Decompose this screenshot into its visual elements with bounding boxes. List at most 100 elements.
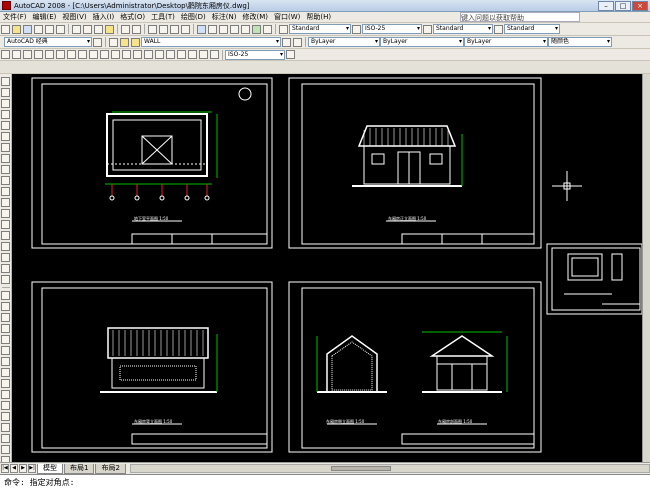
table-icon[interactable]: [1, 264, 10, 273]
menu-format[interactable]: 格式(O): [117, 12, 148, 22]
markup-icon[interactable]: [241, 24, 250, 34]
chamfer-icon[interactable]: [1, 434, 10, 443]
ordinate-icon[interactable]: [34, 50, 43, 59]
arc-icon[interactable]: [1, 132, 10, 141]
inspection-icon[interactable]: [166, 50, 175, 59]
print-preview-icon[interactable]: [45, 24, 54, 34]
multileader-style-select[interactable]: Standard: [504, 24, 560, 34]
dim-edit-icon[interactable]: [188, 50, 197, 59]
lineweight-select[interactable]: ByLayer: [464, 37, 548, 47]
rectangle-icon[interactable]: [1, 121, 10, 130]
ellipse-arc-icon[interactable]: [1, 187, 10, 196]
tab-model[interactable]: 模型: [37, 463, 63, 474]
first-tab-icon[interactable]: |◀: [1, 464, 9, 473]
maximize-button[interactable]: □: [615, 0, 631, 11]
dim-text-edit-icon[interactable]: [199, 50, 208, 59]
paste-icon[interactable]: [94, 24, 103, 34]
command-line[interactable]: 命令: 指定对角点:: [0, 474, 650, 499]
jogged-icon[interactable]: [56, 50, 65, 59]
polygon-icon[interactable]: [1, 110, 10, 119]
last-tab-icon[interactable]: ▶|: [28, 464, 36, 473]
match-properties-icon[interactable]: [105, 24, 114, 34]
menu-help[interactable]: 帮助(H): [303, 12, 334, 22]
array-icon[interactable]: [1, 335, 10, 344]
polyline-icon[interactable]: [1, 99, 10, 108]
open-file-icon[interactable]: [12, 24, 21, 34]
multiline-text-icon[interactable]: [1, 275, 10, 284]
pan-icon[interactable]: [148, 24, 157, 34]
revision-cloud-icon[interactable]: [1, 154, 10, 163]
hatch-icon[interactable]: [1, 231, 10, 240]
break-icon[interactable]: [1, 412, 10, 421]
make-block-icon[interactable]: [1, 209, 10, 218]
rotate-icon[interactable]: [1, 357, 10, 366]
layer-select[interactable]: WALL: [141, 37, 281, 47]
publish-icon[interactable]: [56, 24, 65, 34]
menu-dimension[interactable]: 标注(N): [209, 12, 240, 22]
move-icon[interactable]: [1, 346, 10, 355]
menu-edit[interactable]: 编辑(E): [30, 12, 60, 22]
extend-icon[interactable]: [1, 401, 10, 410]
scroll-thumb[interactable]: [330, 466, 391, 471]
circle-icon[interactable]: [1, 143, 10, 152]
zoom-realtime-icon[interactable]: [159, 24, 168, 34]
color-select[interactable]: ByLayer: [308, 37, 380, 47]
design-center-icon[interactable]: [208, 24, 217, 34]
layer-previous-icon[interactable]: [293, 37, 302, 47]
menu-draw[interactable]: 绘图(D): [178, 12, 209, 22]
menu-file[interactable]: 文件(F): [0, 12, 30, 22]
aligned-dim-icon[interactable]: [12, 50, 21, 59]
dim-update-icon[interactable]: [210, 50, 219, 59]
gradient-icon[interactable]: [1, 242, 10, 251]
zoom-window-icon[interactable]: [170, 24, 179, 34]
close-button[interactable]: ×: [632, 0, 648, 11]
mirror-icon[interactable]: [1, 313, 10, 322]
linear-dim-icon[interactable]: [1, 50, 10, 59]
linetype-select[interactable]: ByLayer: [380, 37, 464, 47]
vertical-scrollbar[interactable]: [642, 74, 650, 462]
layer-freeze-icon[interactable]: [131, 37, 140, 47]
layer-on-icon[interactable]: [120, 37, 129, 47]
plot-style-select[interactable]: 随颜色: [548, 37, 612, 47]
zoom-previous-icon[interactable]: [181, 24, 190, 34]
continue-icon[interactable]: [111, 50, 120, 59]
next-tab-icon[interactable]: ▶: [19, 464, 27, 473]
new-file-icon[interactable]: [1, 24, 10, 34]
stretch-icon[interactable]: [1, 379, 10, 388]
diameter-dim-icon[interactable]: [67, 50, 76, 59]
menu-modify[interactable]: 修改(M): [239, 12, 271, 22]
text-style-select[interactable]: Standard: [289, 24, 351, 34]
scale-icon[interactable]: [1, 368, 10, 377]
arc-length-icon[interactable]: [23, 50, 32, 59]
undo-icon[interactable]: [121, 24, 130, 34]
menu-tools[interactable]: 工具(T): [148, 12, 178, 22]
prev-tab-icon[interactable]: ◀: [10, 464, 18, 473]
horizontal-scrollbar[interactable]: [129, 464, 650, 473]
dim-style-select[interactable]: ISO-25: [362, 24, 422, 34]
drawing-canvas[interactable]: 地下室平面图 1:50 东厢房正立面图 1:50 东厢房背立面图 1:50 东厢…: [12, 74, 642, 462]
construction-line-icon[interactable]: [1, 88, 10, 97]
save-icon[interactable]: [23, 24, 32, 34]
tab-layout2[interactable]: 布局2: [95, 463, 126, 474]
copy-icon[interactable]: [83, 24, 92, 34]
region-icon[interactable]: [1, 253, 10, 262]
join-icon[interactable]: [1, 423, 10, 432]
redo-icon[interactable]: [132, 24, 141, 34]
offset-icon[interactable]: [1, 324, 10, 333]
center-mark-icon[interactable]: [155, 50, 164, 59]
point-icon[interactable]: [1, 220, 10, 229]
menu-view[interactable]: 视图(V): [59, 12, 89, 22]
menu-insert[interactable]: 插入(I): [90, 12, 118, 22]
jogged-linear-icon[interactable]: [177, 50, 186, 59]
help-search-input[interactable]: 键入问题以获取帮助: [460, 12, 580, 22]
copy-object-icon[interactable]: [1, 302, 10, 311]
line-icon[interactable]: [1, 77, 10, 86]
print-icon[interactable]: [34, 24, 43, 34]
workspace-settings-icon[interactable]: [93, 37, 102, 47]
insert-block-icon[interactable]: [1, 198, 10, 207]
workspace-select[interactable]: AutoCAD 经典: [4, 37, 92, 47]
tool-palettes-icon[interactable]: [219, 24, 228, 34]
menu-window[interactable]: 窗口(W): [271, 12, 303, 22]
dim-style-manager-icon[interactable]: [286, 50, 295, 59]
radius-dim-icon[interactable]: [45, 50, 54, 59]
